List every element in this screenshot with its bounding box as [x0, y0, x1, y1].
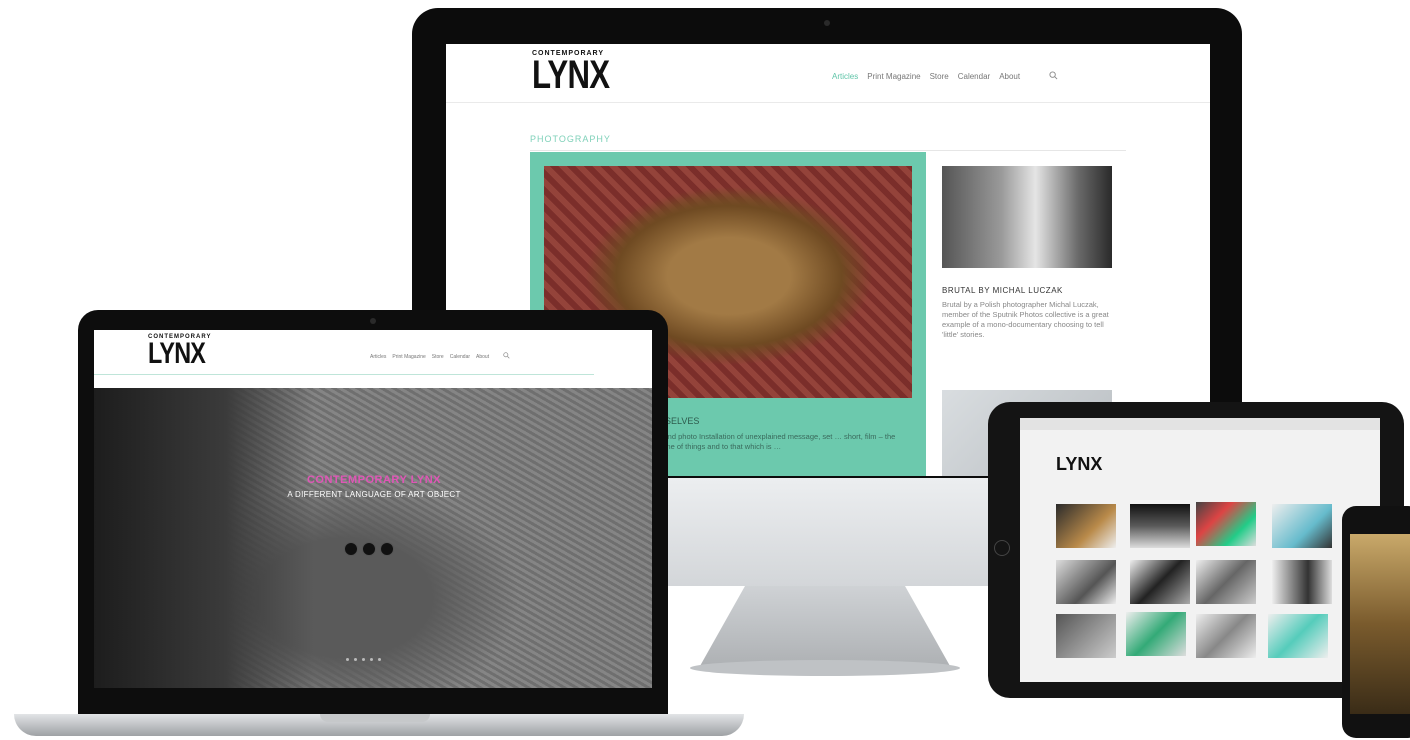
hero-title: CONTEMPORARY LYNX [306, 474, 441, 486]
camera-icon [824, 20, 830, 26]
facebook-icon[interactable] [344, 542, 358, 556]
instagram-icon[interactable] [380, 542, 394, 556]
gallery-thumb[interactable] [1130, 560, 1190, 604]
main-nav: Articles Print Magazine Store Calendar A… [370, 352, 510, 361]
gallery-thumb[interactable] [1196, 502, 1256, 546]
camera-icon [370, 318, 376, 324]
gallery-thumb[interactable] [1130, 504, 1190, 548]
site-logo[interactable]: LYNX [1056, 454, 1102, 475]
gallery-thumb[interactable] [1056, 504, 1116, 548]
tablet-screen: LYNX [1020, 418, 1380, 682]
gallery-thumb[interactable] [1126, 612, 1186, 656]
nav-item-print-magazine[interactable]: Print Magazine [392, 354, 425, 360]
gallery-thumb[interactable] [1056, 614, 1116, 658]
site-logo[interactable]: CONTEMPORARY LYNX [148, 334, 221, 370]
hero-subtitle: A DIFFERENT LANGUAGE OF ART OBJECT [287, 490, 461, 499]
search-icon[interactable] [503, 352, 510, 361]
social-links [344, 542, 394, 556]
section-label: PHOTOGRAPHY [530, 134, 611, 144]
nav-item-store[interactable]: Store [930, 72, 949, 81]
imac-stand [700, 586, 950, 666]
gallery-thumb[interactable] [1272, 504, 1332, 548]
gallery-thumb[interactable] [1268, 614, 1328, 658]
nav-item-calendar[interactable]: Calendar [958, 72, 990, 81]
slider-dot[interactable] [354, 658, 357, 661]
site-header: CONTEMPORARY LYNX Articles Print Magazin… [446, 44, 1210, 103]
nav-item-articles[interactable]: Articles [832, 72, 858, 81]
gallery-thumb[interactable] [1196, 560, 1256, 604]
slider-dot[interactable] [362, 658, 365, 661]
laptop-notch [320, 714, 430, 722]
laptop-screen: CONTEMPORARY LYNX Articles Print Magazin… [94, 330, 652, 688]
phone-screen [1350, 534, 1410, 714]
side-article-excerpt: Brutal by a Polish photographer Michal L… [942, 300, 1109, 339]
gallery-thumb[interactable] [1272, 560, 1332, 604]
logo-wordmark: LYNX [532, 53, 610, 97]
search-icon[interactable] [1049, 71, 1058, 82]
nav-item-about[interactable]: About [999, 72, 1020, 81]
hero-slider[interactable]: CONTEMPORARY LYNX A DIFFERENT LANGUAGE O… [94, 388, 652, 688]
slider-dot[interactable] [346, 658, 349, 661]
logo-wordmark: LYNX [148, 337, 206, 370]
gallery-thumb[interactable] [1196, 614, 1256, 658]
nav-item-print-magazine[interactable]: Print Magazine [867, 72, 920, 81]
browser-bar [1020, 418, 1380, 430]
home-button-icon[interactable] [994, 540, 1010, 556]
featured-excerpt: …and photo Installation of unexplained m… [656, 432, 896, 451]
imac-foot [690, 660, 960, 676]
gallery-thumb[interactable] [1056, 560, 1116, 604]
nav-item-articles[interactable]: Articles [370, 354, 386, 360]
slider-dot[interactable] [370, 658, 373, 661]
divider [94, 374, 594, 375]
side-article-title[interactable]: BRUTAL BY MICHAL LUCZAK [942, 286, 1063, 295]
nav-item-store[interactable]: Store [432, 354, 444, 360]
slider-dots [346, 658, 381, 661]
twitter-icon[interactable] [362, 542, 376, 556]
nav-item-calendar[interactable]: Calendar [450, 354, 470, 360]
side-article-image[interactable] [942, 166, 1112, 268]
main-nav: Articles Print Magazine Store Calendar A… [832, 71, 1058, 82]
nav-item-about[interactable]: About [476, 354, 489, 360]
divider [530, 150, 1126, 151]
slider-dot[interactable] [378, 658, 381, 661]
site-logo[interactable]: CONTEMPORARY LYNX [532, 50, 631, 97]
